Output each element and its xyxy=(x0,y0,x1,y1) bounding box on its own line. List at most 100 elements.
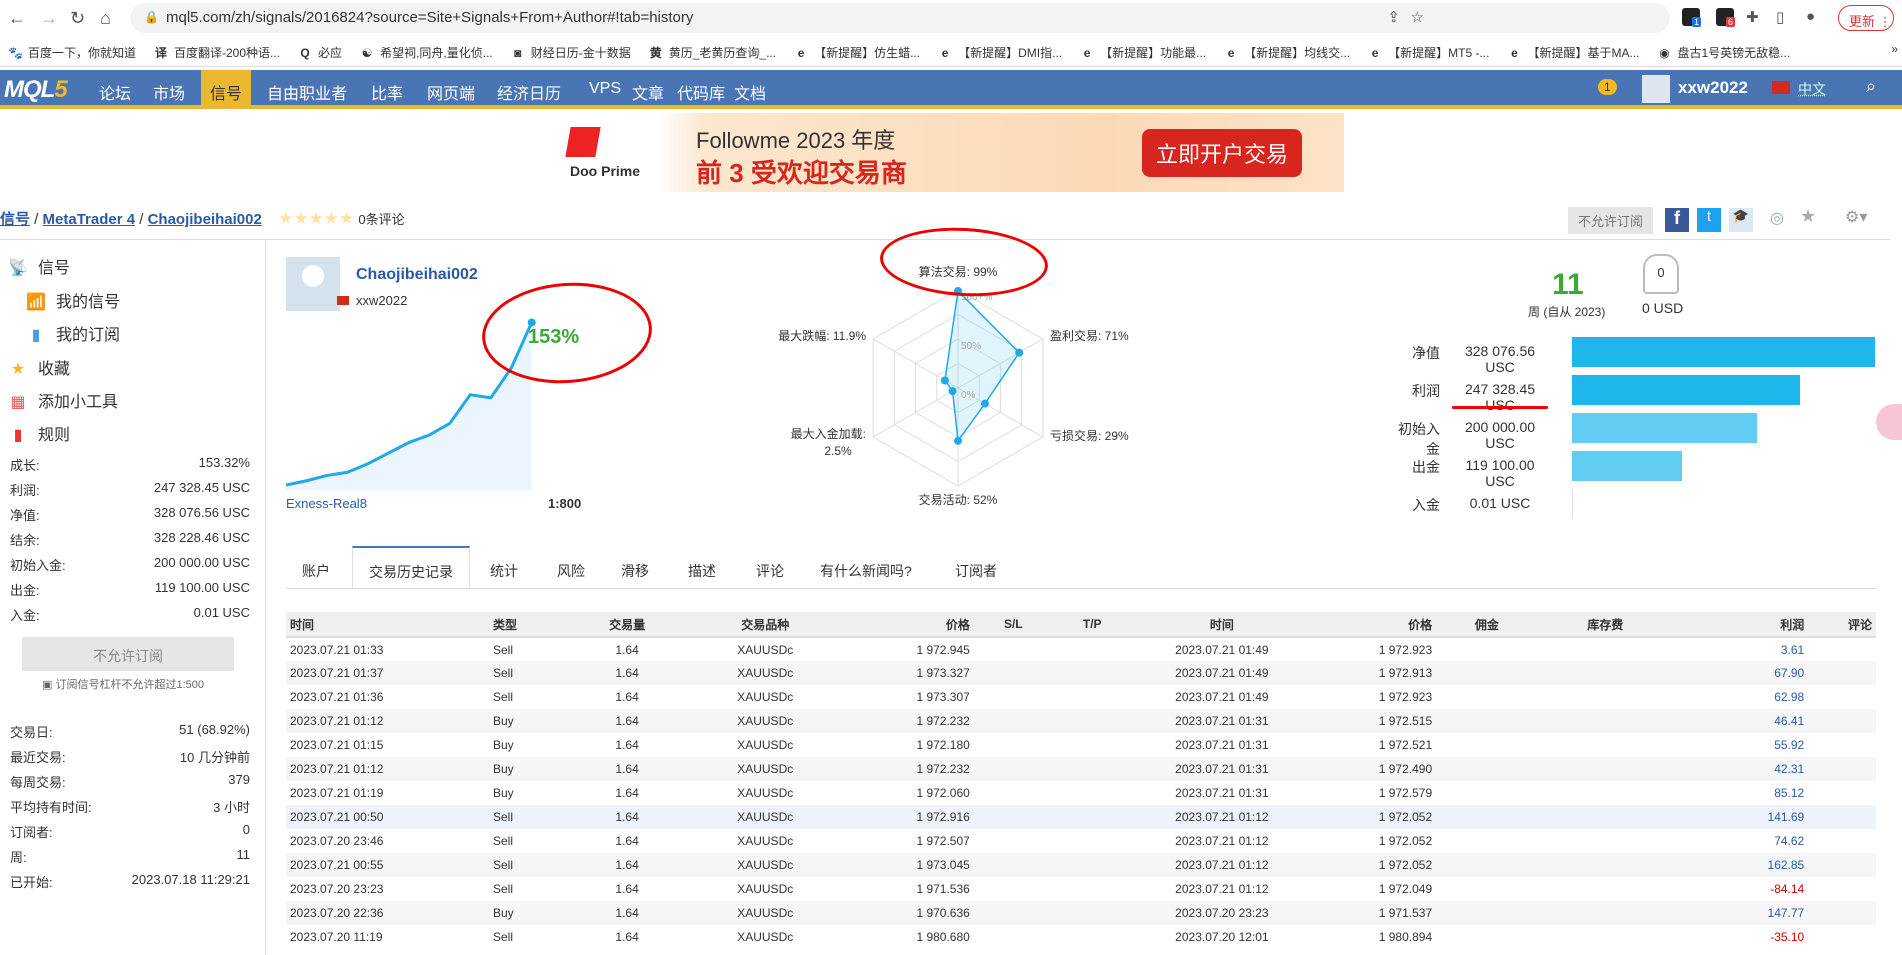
column-header[interactable]: 库存费 xyxy=(1537,612,1673,638)
sidebar-menu-item[interactable]: 📶 我的信号 xyxy=(26,288,120,312)
language-selector[interactable]: 中文 xyxy=(1798,79,1826,99)
nav-item-5[interactable]: 网页端 xyxy=(418,70,484,105)
table-row[interactable]: 2023.07.21 00:50 Sell 1.64 XAUUSDc 1 972.916… xyxy=(286,805,1876,829)
table-row[interactable]: 2023.07.21 01:12 Buy 1.64 XAUUSDc 1 972.232 2… xyxy=(286,709,1876,733)
breadcrumb-signal[interactable]: Chaojibeihai002 xyxy=(148,211,262,228)
no-subscribe-sidebar-button[interactable]: 不允许订阅 xyxy=(22,637,234,671)
column-header[interactable]: T/P xyxy=(1052,612,1132,638)
back-icon[interactable]: ← xyxy=(8,8,26,29)
user-avatar[interactable] xyxy=(1642,75,1670,103)
nav-item-6[interactable]: 经济日历 xyxy=(488,70,570,105)
tab-3[interactable]: 风险 xyxy=(557,546,585,588)
table-row[interactable]: 2023.07.20 23:46 Sell 1.64 XAUUSDc 1 972.507… xyxy=(286,829,1876,853)
open-account-button[interactable]: 立即开户交易 xyxy=(1142,129,1303,177)
tab-7[interactable]: 有什么新闻吗? xyxy=(820,546,912,588)
bookmark-item[interactable]: ◉ 盘古1号英镑无敌稳... xyxy=(1658,44,1790,61)
bookmark-item[interactable]: e 【新提醒】基于MA... xyxy=(1507,44,1639,61)
nav-item-2[interactable]: 信号 xyxy=(201,70,252,105)
tab-2[interactable]: 统计 xyxy=(490,546,518,588)
nav-item-3[interactable]: 自由职业者 xyxy=(258,70,356,105)
column-header[interactable]: 评论 xyxy=(1808,612,1876,638)
address-bar[interactable]: 🔒 mql5.com/zh/signals/2016824?source=Sit… xyxy=(130,3,1670,33)
profile-icon[interactable]: ● xyxy=(1806,8,1815,25)
sidebar-menu-item[interactable]: ▮ 我的订阅 xyxy=(26,321,120,345)
table-row[interactable]: 2023.07.21 00:55 Sell 1.64 XAUUSDc 1 973.045… xyxy=(286,853,1876,877)
bookmark-item[interactable]: e 【新提醒】仿生蜡... xyxy=(794,44,920,61)
reload-icon[interactable]: ↻ xyxy=(70,8,85,29)
share-icon[interactable]: ⇪ xyxy=(1387,8,1400,26)
username[interactable]: xxw2022 xyxy=(1678,78,1748,98)
table-row[interactable]: 2023.07.20 22:36 Buy 1.64 XAUUSDc 1 970.636 2… xyxy=(286,901,1876,925)
badge-icon[interactable]: ◎ xyxy=(1770,208,1784,228)
extension-icon[interactable]: 1 xyxy=(1682,8,1702,27)
column-header[interactable]: 利润 xyxy=(1672,612,1809,638)
column-header[interactable]: S/L xyxy=(973,612,1053,638)
tab-8[interactable]: 订阅者 xyxy=(955,546,997,588)
bookmark-item[interactable]: 黄黄历_老黄历查询_... xyxy=(649,44,776,61)
column-header[interactable]: 时间 xyxy=(286,612,489,638)
bookmark-item[interactable]: 译百度翻译-200种语... xyxy=(154,44,280,61)
bookmark-item[interactable]: Q 必应 xyxy=(298,44,342,61)
tab-5[interactable]: 描述 xyxy=(688,546,716,588)
column-header[interactable]: 交易量 xyxy=(573,612,681,638)
sidebar-menu-item[interactable]: 📡 信号 xyxy=(8,254,70,278)
breadcrumb-mt4[interactable]: MetaTrader 4 xyxy=(43,211,136,228)
settings-gear-icon[interactable]: ⚙▾ xyxy=(1845,207,1867,227)
bookmark-item[interactable]: e 【新提醒】均线交... xyxy=(1224,44,1350,61)
bookmark-item[interactable]: 🐾 百度一下，你就知道 xyxy=(8,44,136,61)
tab-4[interactable]: 滑移 xyxy=(621,546,649,588)
floating-widget[interactable] xyxy=(1876,404,1902,440)
column-header[interactable]: 价格 xyxy=(1312,612,1437,638)
tab-1[interactable]: 交易历史记录 xyxy=(352,546,470,588)
sidepanel-icon[interactable]: ▯ xyxy=(1776,8,1784,26)
tab-0[interactable]: 账户 xyxy=(302,546,330,588)
table-row[interactable]: 2023.07.21 01:33 Sell 1.64 XAUUSDc 1 972.945… xyxy=(286,637,1876,661)
favorite-star-icon[interactable]: ★ xyxy=(1800,206,1816,227)
bookmark-item[interactable]: ◙ 财经日历-金十数据 xyxy=(511,44,631,61)
search-icon[interactable]: ⌕ xyxy=(1866,76,1876,97)
sidebar-menu-item[interactable]: ▦ 添加小工具 xyxy=(8,388,118,412)
bookmark-item[interactable]: e 【新提醒】MT5 -... xyxy=(1368,44,1490,61)
column-header[interactable]: 类型 xyxy=(488,612,574,638)
signal-name[interactable]: Chaojibeihai002 xyxy=(356,266,478,284)
mortarboard-icon[interactable]: 🎓 xyxy=(1729,208,1753,232)
twitter-icon[interactable]: t xyxy=(1697,208,1721,232)
home-icon[interactable]: ⌂ xyxy=(100,8,111,29)
column-header[interactable]: 价格 xyxy=(849,612,974,638)
bookmark-item[interactable]: e 【新提醒】DMI指... xyxy=(938,44,1062,61)
more-bookmarks-icon[interactable]: » xyxy=(1891,42,1898,56)
table-row[interactable]: 2023.07.21 01:36 Sell 1.64 XAUUSDc 1 973.307… xyxy=(286,685,1876,709)
notification-badge[interactable]: 1 xyxy=(1598,79,1617,95)
nav-item-8[interactable]: 文章 xyxy=(623,70,673,105)
table-row[interactable]: 2023.07.21 01:19 Buy 1.64 XAUUSDc 1 972.060 2… xyxy=(286,781,1876,805)
sidebar-menu-item[interactable]: ★ 收藏 xyxy=(8,355,70,379)
bookmark-item[interactable]: ☯ 希望祠,同舟,量化侦... xyxy=(360,44,493,61)
extension-icon[interactable]: 6 xyxy=(1716,8,1736,27)
bookmark-item[interactable]: e 【新提醒】功能最... xyxy=(1080,44,1206,61)
star-icon[interactable]: ☆ xyxy=(1411,8,1424,26)
facebook-icon[interactable]: f xyxy=(1665,208,1689,232)
server-name[interactable]: Exness-Real8 xyxy=(286,496,367,511)
column-header[interactable]: 佣金 xyxy=(1436,612,1538,638)
table-row[interactable]: 2023.07.21 01:37 Sell 1.64 XAUUSDc 1 973.327… xyxy=(286,661,1876,685)
nav-item-4[interactable]: 比率 xyxy=(362,70,412,105)
sidebar-menu-item[interactable]: ▮ 规则 xyxy=(8,421,70,445)
breadcrumb-signals[interactable]: 信号 xyxy=(0,211,30,228)
table-row[interactable]: 2023.07.20 11:19 Sell 1.64 XAUUSDc 1 980.680… xyxy=(286,925,1876,949)
table-row[interactable]: 2023.07.21 01:15 Buy 1.64 XAUUSDc 1 972.180 2… xyxy=(286,733,1876,757)
rating-stars[interactable]: ★★★★★ xyxy=(278,209,354,228)
table-row[interactable]: 2023.07.21 01:12 Buy 1.64 XAUUSDc 1 972.232 2… xyxy=(286,757,1876,781)
update-button[interactable]: 更新 ⋮ xyxy=(1838,5,1894,31)
forward-icon[interactable]: → xyxy=(40,8,58,29)
nav-item-10[interactable]: 文档 xyxy=(725,70,775,105)
nav-item-0[interactable]: 论坛 xyxy=(90,70,140,105)
column-header[interactable]: 时间 xyxy=(1131,612,1313,638)
column-header[interactable]: 交易品种 xyxy=(680,612,850,638)
tab-6[interactable]: 评论 xyxy=(756,546,784,588)
table-row[interactable]: 2023.07.20 23:23 Sell 1.64 XAUUSDc 1 971.536… xyxy=(286,877,1876,901)
mql5-logo[interactable]: MQL5 xyxy=(4,76,68,104)
no-subscribe-button[interactable]: 不允许订阅 xyxy=(1568,207,1654,234)
nav-item-1[interactable]: 市场 xyxy=(144,70,194,105)
puzzle-icon[interactable]: ✚ xyxy=(1746,8,1759,26)
ad-banner[interactable]: Doo Prime Followme 2023 年度 前 3 受欢迎交易商 立即… xyxy=(546,113,1344,192)
